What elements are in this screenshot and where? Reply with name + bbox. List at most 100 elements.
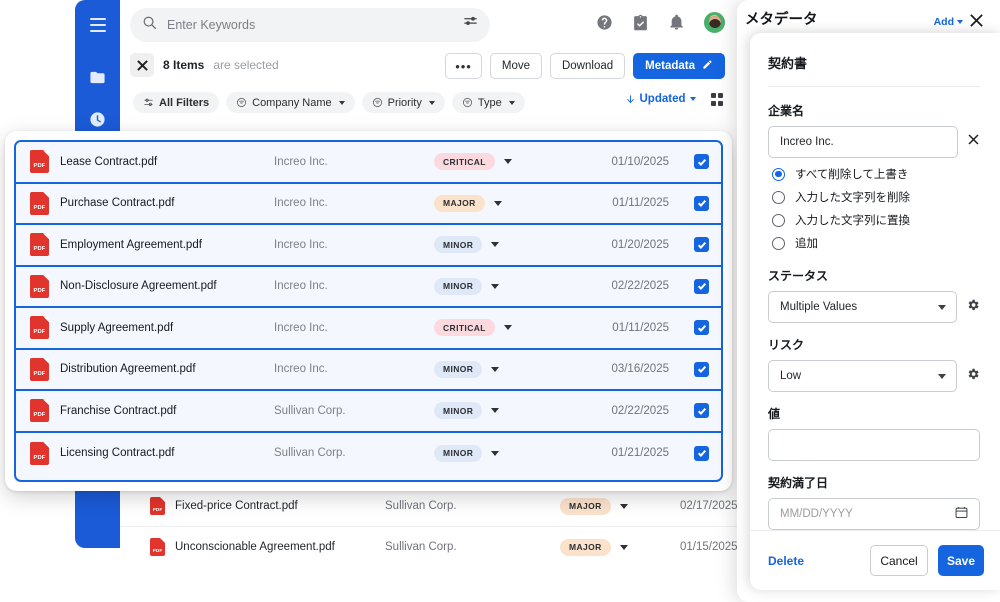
add-metadata-button[interactable]: Add bbox=[934, 16, 963, 28]
panel-title: メタデータ bbox=[745, 13, 928, 28]
table-row[interactable]: PDF Purchase Contract.pdf Increo Inc. MA… bbox=[16, 184, 721, 226]
pdf-file-icon: PDF bbox=[30, 399, 49, 422]
notifications-icon[interactable] bbox=[668, 14, 685, 31]
chevron-down-icon bbox=[509, 101, 515, 105]
chevron-down-icon[interactable] bbox=[620, 545, 628, 550]
sort-bar: Updated bbox=[625, 93, 724, 106]
company-name: Increo Inc. bbox=[274, 239, 434, 251]
chevron-down-icon[interactable] bbox=[504, 159, 512, 164]
priority-badge[interactable]: MINOR bbox=[434, 236, 482, 253]
calendar-icon[interactable] bbox=[955, 506, 968, 522]
risk-select[interactable]: Low bbox=[768, 360, 957, 392]
action-buttons: ••• Move Download Metadata bbox=[445, 53, 725, 79]
company-field-label: 企業名 bbox=[768, 102, 980, 119]
search-placeholder: Enter Keywords bbox=[167, 18, 453, 32]
priority-badge[interactable]: MAJOR bbox=[560, 539, 611, 556]
filter-chip-type[interactable]: Type bbox=[452, 92, 525, 113]
save-button[interactable]: Save bbox=[938, 545, 984, 576]
priority-badge[interactable]: MINOR bbox=[434, 361, 482, 378]
priority-badge[interactable]: CRITICAL bbox=[434, 153, 495, 170]
add-label: Add bbox=[934, 16, 954, 28]
pdf-file-icon: PDF bbox=[30, 150, 49, 173]
move-button[interactable]: Move bbox=[490, 53, 542, 79]
company-name: Sullivan Corp. bbox=[274, 447, 434, 459]
chevron-down-icon[interactable] bbox=[620, 504, 628, 509]
chevron-down-icon[interactable] bbox=[491, 242, 499, 247]
chevron-down-icon[interactable] bbox=[504, 325, 512, 330]
row-checkbox[interactable] bbox=[694, 196, 709, 211]
expiry-date-input[interactable]: MM/DD/YYYY bbox=[768, 498, 980, 530]
radio-replace-string[interactable]: 入力した文字列に置換 bbox=[772, 212, 980, 228]
filter-chip-company-name[interactable]: Company Name bbox=[226, 92, 354, 113]
metadata-form-card: 契約書 企業名 Increo Inc. すべて削除して上書き 入力した bbox=[750, 33, 1000, 590]
cancel-button[interactable]: Cancel bbox=[870, 545, 928, 576]
table-row[interactable]: PDF Lease Contract.pdf Increo Inc. CRITI… bbox=[16, 142, 721, 184]
tasks-icon[interactable] bbox=[632, 14, 649, 31]
sort-updated-button[interactable]: Updated bbox=[625, 93, 696, 105]
company-name: Increo Inc. bbox=[274, 322, 434, 334]
table-row[interactable]: PDF Employment Agreement.pdf Increo Inc.… bbox=[16, 225, 721, 267]
priority-badge[interactable]: MAJOR bbox=[434, 195, 485, 212]
pdf-file-icon: PDF bbox=[30, 316, 49, 339]
file-name: Purchase Contract.pdf bbox=[60, 197, 274, 209]
chevron-down-icon[interactable] bbox=[494, 201, 502, 206]
file-date: 01/11/2025 bbox=[554, 197, 669, 209]
filter-chip-priority[interactable]: Priority bbox=[362, 92, 445, 113]
priority-badge[interactable]: CRITICAL bbox=[434, 319, 495, 336]
more-actions-button[interactable]: ••• bbox=[445, 53, 482, 79]
row-checkbox[interactable] bbox=[694, 154, 709, 169]
table-row[interactable]: PDF Franchise Contract.pdf Sullivan Corp… bbox=[16, 391, 721, 433]
selected-count: 8 Items bbox=[163, 58, 204, 72]
avatar[interactable] bbox=[704, 12, 725, 33]
tune-icon[interactable] bbox=[463, 15, 478, 35]
chevron-down-icon[interactable] bbox=[491, 367, 499, 372]
clock-icon[interactable] bbox=[87, 108, 109, 130]
folder-icon[interactable] bbox=[87, 66, 109, 88]
risk-field-label: リスク bbox=[768, 336, 980, 353]
metadata-form-body: 契約書 企業名 Increo Inc. すべて削除して上書き 入力した bbox=[750, 33, 1000, 530]
close-icon[interactable] bbox=[969, 13, 984, 33]
table-row[interactable]: PDF Supply Agreement.pdf Increo Inc. CRI… bbox=[16, 308, 721, 350]
arrow-down-icon bbox=[625, 94, 636, 105]
filters-icon bbox=[143, 97, 154, 108]
radio-append[interactable]: 追加 bbox=[772, 235, 980, 251]
value-input[interactable] bbox=[768, 429, 980, 461]
priority-badge[interactable]: MINOR bbox=[434, 402, 482, 419]
value-field-group: 値 bbox=[768, 405, 980, 461]
chevron-down-icon[interactable] bbox=[491, 284, 499, 289]
priority-badge[interactable]: MAJOR bbox=[560, 498, 611, 515]
status-select[interactable]: Multiple Values bbox=[768, 291, 957, 323]
delete-button[interactable]: Delete bbox=[768, 554, 860, 568]
gear-icon[interactable] bbox=[966, 298, 980, 317]
clear-icon[interactable] bbox=[967, 133, 980, 151]
radio-label: 入力した文字列に置換 bbox=[795, 212, 910, 228]
priority-badge[interactable]: MINOR bbox=[434, 445, 482, 462]
priority-badge[interactable]: MINOR bbox=[434, 278, 482, 295]
radio-label: 追加 bbox=[795, 235, 818, 251]
chevron-down-icon[interactable] bbox=[491, 408, 499, 413]
chevron-down-icon[interactable] bbox=[491, 451, 499, 456]
all-filters-chip[interactable]: All Filters bbox=[133, 92, 219, 113]
row-checkbox[interactable] bbox=[694, 279, 709, 294]
radio-overwrite-all[interactable]: すべて削除して上書き bbox=[772, 166, 980, 182]
row-checkbox[interactable] bbox=[694, 403, 709, 418]
menu-icon[interactable] bbox=[87, 14, 109, 36]
radio-delete-string[interactable]: 入力した文字列を削除 bbox=[772, 189, 980, 205]
row-checkbox[interactable] bbox=[694, 320, 709, 335]
table-row[interactable]: PDF Non-Disclosure Agreement.pdf Increo … bbox=[16, 267, 721, 309]
file-date: 01/20/2025 bbox=[554, 239, 669, 251]
gear-icon[interactable] bbox=[966, 367, 980, 386]
help-icon[interactable] bbox=[596, 14, 613, 31]
search-input[interactable]: Enter Keywords bbox=[130, 8, 490, 42]
grid-view-icon[interactable] bbox=[711, 93, 724, 106]
row-checkbox[interactable] bbox=[694, 237, 709, 252]
metadata-button[interactable]: Metadata bbox=[633, 53, 725, 79]
table-row[interactable]: PDF Licensing Contract.pdf Sullivan Corp… bbox=[16, 433, 721, 475]
download-button[interactable]: Download bbox=[550, 53, 625, 79]
row-checkbox[interactable] bbox=[694, 362, 709, 377]
filter-circle-icon bbox=[462, 97, 473, 108]
table-row[interactable]: PDF Distribution Agreement.pdf Increo In… bbox=[16, 350, 721, 392]
row-checkbox[interactable] bbox=[694, 446, 709, 461]
company-name-input[interactable]: Increo Inc. bbox=[768, 126, 958, 158]
clear-selection-button[interactable] bbox=[130, 53, 154, 77]
